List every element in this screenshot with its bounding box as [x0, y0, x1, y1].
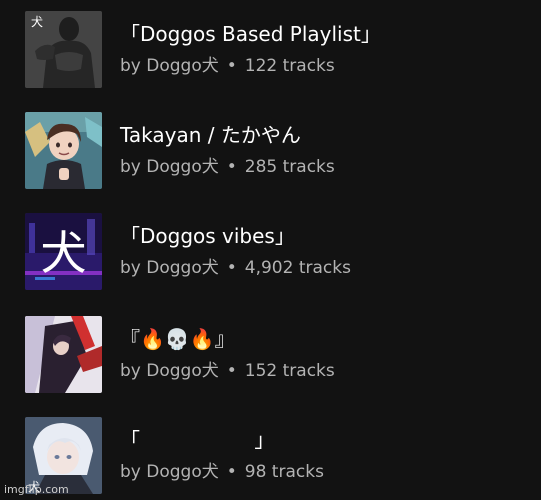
- track-count: 122 tracks: [244, 56, 335, 76]
- playlist-meta: by Doggo犬 • 98 tracks: [120, 461, 324, 483]
- playlist-meta: by Doggo犬 • 285 tracks: [120, 156, 335, 178]
- separator-dot: •: [226, 56, 237, 76]
- muscular-man-artwork-icon: 犬: [25, 11, 102, 88]
- playlist-title[interactable]: 「Doggos Based Playlist」: [120, 21, 381, 47]
- track-count: 285 tracks: [244, 157, 335, 177]
- playlist-owner[interactable]: by Doggo犬: [120, 157, 219, 177]
- imgflip-watermark: imgflip.com: [4, 483, 69, 496]
- playlist-meta: by Doggo犬 • 152 tracks: [120, 360, 335, 382]
- playlist-row[interactable]: 犬 「 」 by Doggo犬 • 98 tracks: [0, 417, 541, 497]
- playlist-owner[interactable]: by Doggo犬: [120, 462, 219, 482]
- playlist-list: 犬 「Doggos Based Playlist」 by Doggo犬 • 122 …: [0, 0, 541, 500]
- neon-kanji-artwork-icon: 犬: [25, 213, 102, 290]
- svg-text:犬: 犬: [31, 15, 43, 29]
- playlist-row[interactable]: 『🔥💀🔥』 by Doggo犬 • 152 tracks: [0, 316, 541, 396]
- track-count: 98 tracks: [244, 462, 324, 482]
- playlist-owner[interactable]: by Doggo犬: [120, 361, 219, 381]
- playlist-row[interactable]: 犬 「Doggos Based Playlist」 by Doggo犬 • 122 …: [0, 11, 541, 91]
- playlist-title[interactable]: 『🔥💀🔥』: [120, 326, 235, 352]
- separator-dot: •: [226, 258, 237, 278]
- playlist-meta: by Doggo犬 • 4,902 tracks: [120, 257, 351, 279]
- playlist-owner[interactable]: by Doggo犬: [120, 258, 219, 278]
- separator-dot: •: [226, 361, 237, 381]
- playlist-title[interactable]: Takayan / たかやん: [120, 122, 301, 148]
- playlist-title[interactable]: 「Doggos vibes」: [120, 223, 295, 249]
- track-count: 4,902 tracks: [244, 258, 351, 278]
- chainsaw-man-artwork-icon: [25, 316, 102, 393]
- playlist-row[interactable]: Takayan / たかやん by Doggo犬 • 285 tracks: [0, 112, 541, 192]
- anime-boy-artwork-icon: [25, 112, 102, 189]
- separator-dot: •: [226, 462, 237, 482]
- track-count: 152 tracks: [244, 361, 335, 381]
- playlist-title[interactable]: 「 」: [120, 427, 274, 453]
- playlist-owner[interactable]: by Doggo犬: [120, 56, 219, 76]
- svg-text:犬: 犬: [41, 226, 87, 280]
- playlist-row[interactable]: 犬 「Doggos vibes」 by Doggo犬 • 4,902 tracks: [0, 213, 541, 293]
- playlist-meta: by Doggo犬 • 122 tracks: [120, 55, 335, 77]
- separator-dot: •: [226, 157, 237, 177]
